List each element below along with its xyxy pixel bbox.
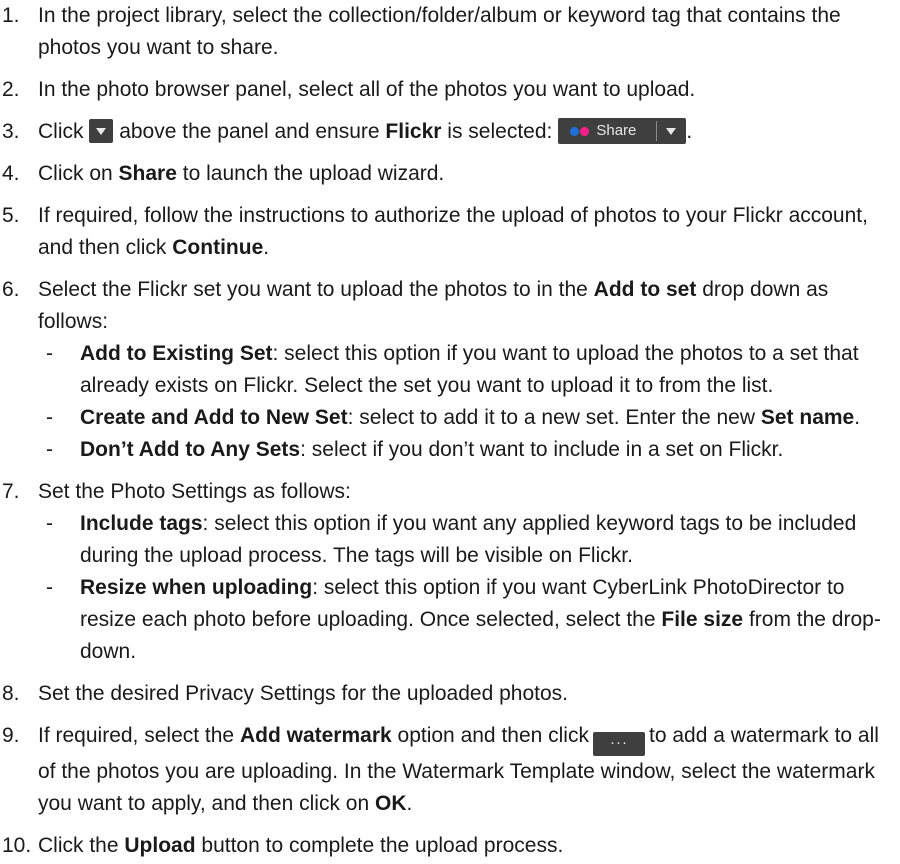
step-number: 8. xyxy=(2,682,20,705)
step-3: 3. Click above the panel and ensure Flic… xyxy=(0,116,900,148)
step-number: 2. xyxy=(2,78,20,101)
step-number: 6. xyxy=(2,278,20,301)
sub-item: - Resize when uploading: select this opt… xyxy=(38,572,900,668)
sub-item: - Create and Add to New Set: select to a… xyxy=(38,402,900,434)
step-text: . xyxy=(406,792,413,815)
step-text: Set the Photo Settings as follows: xyxy=(38,480,351,503)
step-8: 8. Set the desired Privacy Settings for … xyxy=(0,678,900,710)
dash-bullet: - xyxy=(46,576,53,599)
step-number: 7. xyxy=(2,480,20,503)
step-7: 7. Set the Photo Settings as follows: - … xyxy=(0,476,900,668)
bold-term: OK xyxy=(375,792,407,815)
step-number: 3. xyxy=(2,120,20,143)
step-number: 10. xyxy=(2,834,32,857)
bold-term: Continue xyxy=(172,236,264,259)
step-text: Set the desired Privacy Settings for the… xyxy=(38,682,568,705)
triangle-down-icon xyxy=(96,128,107,135)
step-text: Click the xyxy=(38,834,119,857)
step-text: If required, follow the instructions to … xyxy=(38,204,868,259)
steps-list: 1. In the project library, select the co… xyxy=(0,0,900,862)
step-text: to launch the upload wizard. xyxy=(182,162,445,185)
step-9: 9. If required, select the Add watermark… xyxy=(0,720,900,820)
more-options-button[interactable]: ··· xyxy=(592,732,645,756)
step-text: Click on xyxy=(38,162,113,185)
step-text: is selected: xyxy=(447,120,553,143)
step-number: 5. xyxy=(2,204,20,227)
bold-term: Add to set xyxy=(593,278,697,301)
bold-term: Create and Add to New Set xyxy=(80,406,348,429)
bold-term: File size xyxy=(661,608,744,631)
step-text: above the panel and ensure xyxy=(119,120,380,143)
step-2: 2. In the photo browser panel, select al… xyxy=(0,74,900,106)
step-text: If required, select the xyxy=(38,724,235,747)
step-number: 9. xyxy=(2,724,20,747)
bold-term: Upload xyxy=(124,834,196,857)
bold-term: Don’t Add to Any Sets xyxy=(80,438,301,461)
sub-text: . xyxy=(854,406,861,429)
step-text: . xyxy=(263,236,270,259)
step-text: option and then click xyxy=(397,724,589,747)
bold-term: Flickr xyxy=(385,120,442,143)
bold-term: Share xyxy=(118,162,177,185)
step-5: 5. If required, follow the instructions … xyxy=(0,200,900,264)
flickr-pink-dot-icon xyxy=(580,127,590,136)
step-number: 4. xyxy=(2,162,20,185)
dash-bullet: - xyxy=(46,512,53,535)
bold-term: Set name xyxy=(760,406,855,429)
triangle-down-icon xyxy=(666,128,677,135)
bold-term: Add watermark xyxy=(239,724,392,747)
share-button-label: Share xyxy=(596,122,637,139)
instructions-document: 1. In the project library, select the co… xyxy=(0,0,900,862)
sub-text: : select if you don’t want to include in… xyxy=(300,438,784,461)
sub-item: - Add to Existing Set: select this optio… xyxy=(38,338,900,402)
sub-text: : select to add it to a new set. Enter t… xyxy=(347,406,756,429)
bold-term: Add to Existing Set xyxy=(80,342,273,365)
step-text: In the project library, select the colle… xyxy=(38,4,841,59)
sub-list: - Add to Existing Set: select this optio… xyxy=(38,338,900,466)
step-text: . xyxy=(686,120,693,143)
sub-item: - Don’t Add to Any Sets: select if you d… xyxy=(38,434,900,466)
step-6: 6. Select the Flickr set you want to upl… xyxy=(0,274,900,466)
dash-bullet: - xyxy=(46,406,53,429)
step-10: 10. Click the Upload button to complete … xyxy=(0,830,900,862)
step-text: In the photo browser panel, select all o… xyxy=(38,78,696,101)
sub-item: - Include tags: select this option if yo… xyxy=(38,508,900,572)
step-1: 1. In the project library, select the co… xyxy=(0,0,900,64)
dropdown-arrow-button[interactable] xyxy=(89,119,114,143)
flickr-blue-dot-icon xyxy=(570,127,580,136)
step-number: 1. xyxy=(2,4,20,27)
share-dropdown-widget[interactable]: Share xyxy=(558,118,687,144)
dash-bullet: - xyxy=(46,342,53,365)
dash-bullet: - xyxy=(46,438,53,461)
step-text: button to complete the upload process. xyxy=(201,834,564,857)
step-4: 4. Click on Share to launch the upload w… xyxy=(0,158,900,190)
bold-term: Resize when uploading xyxy=(80,576,313,599)
step-text: Click xyxy=(38,120,84,143)
bold-term: Include tags xyxy=(80,512,203,535)
share-divider xyxy=(656,121,658,141)
sub-list: - Include tags: select this option if yo… xyxy=(38,508,900,668)
step-text: Select the Flickr set you want to upload… xyxy=(38,278,588,301)
